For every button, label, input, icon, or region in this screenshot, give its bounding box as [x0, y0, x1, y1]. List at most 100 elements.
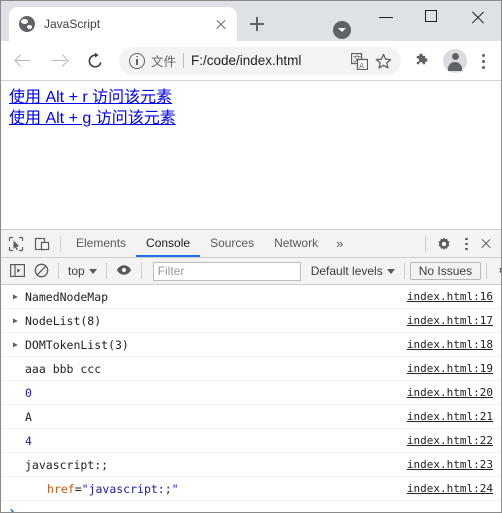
tab-console[interactable]: Console — [136, 230, 201, 257]
more-tabs-icon[interactable]: » — [328, 236, 351, 251]
filter-divider-5 — [486, 263, 488, 279]
translate-icon[interactable]: 文 A — [347, 49, 371, 73]
no-expand-placeholder: ▶ — [13, 389, 23, 397]
browser-tab[interactable]: JavaScript — [9, 7, 237, 41]
browser-toolbar: 文件 F:/code/index.html 文 A — [1, 41, 501, 81]
tab-search-icon[interactable] — [333, 21, 351, 39]
expand-triangle-icon[interactable]: ▶ — [13, 292, 23, 301]
device-toolbar-icon[interactable] — [29, 231, 55, 257]
maximize-button[interactable] — [409, 1, 455, 33]
console-row[interactable]: ▶ aaa bbb ccc index.html:19 — [1, 357, 501, 381]
source-link[interactable]: index.html:24 — [407, 482, 501, 495]
log-levels-label: Default levels — [310, 264, 383, 278]
console-context-selector[interactable]: top — [64, 264, 101, 278]
tab-elements[interactable]: Elements — [66, 230, 136, 257]
live-expression-icon[interactable] — [112, 259, 136, 283]
devtools-close-icon[interactable] — [475, 231, 497, 257]
globe-icon — [19, 16, 35, 32]
console-row[interactable]: ▶ 0 index.html:20 — [1, 381, 501, 405]
console-sidebar-icon[interactable] — [5, 259, 29, 283]
console-row[interactable]: ▶ DOMTokenList(3) index.html:18 — [1, 333, 501, 357]
console-message-list[interactable]: ▶ NamedNodeMap index.html:16 ▶ NodeList(… — [1, 285, 501, 512]
console-message-text: javascript:; — [25, 457, 109, 472]
expand-triangle-icon[interactable]: ▶ — [13, 316, 23, 325]
console-settings-gear-icon[interactable] — [492, 259, 501, 283]
omnibox-scheme-label: 文件 — [151, 55, 177, 69]
devtools-panel: Elements Console Sources Network » top F… — [1, 229, 501, 512]
console-row[interactable]: ▶ NodeList(8) index.html:17 — [1, 309, 501, 333]
window-controls — [363, 1, 501, 33]
filter-divider-1 — [58, 263, 59, 279]
console-row[interactable]: ▶ A index.html:21 — [1, 405, 501, 429]
console-row[interactable]: ▶ href="javascript:;" index.html:24 — [1, 477, 501, 501]
close-window-button[interactable] — [455, 1, 501, 33]
console-row[interactable]: ▶ javascript:; index.html:23 — [1, 453, 501, 477]
inspect-cursor-icon[interactable] — [3, 231, 29, 257]
devtools-tab-bar: Elements Console Sources Network » — [1, 230, 501, 258]
console-message-text: A — [25, 409, 32, 424]
prompt-caret-icon: ❯ — [9, 506, 16, 512]
profile-avatar-icon[interactable] — [443, 48, 467, 73]
console-message-text: 0 — [25, 385, 32, 400]
console-context-label: top — [68, 264, 85, 278]
tab-strip: JavaScript — [1, 1, 501, 41]
no-expand-placeholder: ▶ — [13, 461, 23, 469]
source-link[interactable]: index.html:23 — [407, 458, 501, 471]
console-row[interactable]: ▶ 4 index.html:22 — [1, 429, 501, 453]
close-icon[interactable] — [211, 14, 231, 34]
page-link-alt-g[interactable]: 使用 Alt + g 访问该元素 — [9, 108, 176, 129]
source-link[interactable]: index.html:20 — [407, 386, 501, 399]
svg-text:A: A — [359, 61, 364, 69]
toolbar-divider-right — [425, 235, 426, 252]
filter-input[interactable] — [152, 261, 301, 281]
omnibox-separator — [183, 53, 185, 68]
browser-window: JavaScript 文件 F:/code/index.html A 使用 Al… — [0, 0, 502, 513]
source-link[interactable]: index.html:17 — [407, 314, 501, 327]
url-text[interactable]: F:/code/index.html — [191, 53, 347, 68]
source-link[interactable]: index.html:22 — [407, 434, 501, 447]
devtools-menu-icon[interactable] — [457, 231, 475, 257]
info-icon[interactable] — [129, 52, 145, 69]
tab-title: JavaScript — [44, 17, 101, 31]
page-link-alt-r[interactable]: 使用 Alt + r 访问该元素 — [9, 87, 172, 108]
tab-sources[interactable]: Sources — [200, 230, 264, 257]
no-expand-placeholder: ▶ — [13, 437, 23, 445]
clear-console-icon[interactable] — [29, 259, 53, 283]
console-message-text: 4 — [25, 433, 32, 448]
console-row[interactable]: ▶ NamedNodeMap index.html:16 — [1, 285, 501, 309]
console-message-text: href="javascript:;" — [25, 482, 407, 496]
source-link[interactable]: index.html:18 — [407, 338, 501, 351]
attribute-equals: = — [74, 481, 82, 496]
reload-button[interactable] — [81, 47, 109, 75]
extensions-button[interactable] — [409, 47, 437, 75]
source-link[interactable]: index.html:19 — [407, 362, 501, 375]
source-link[interactable]: index.html:21 — [407, 410, 501, 423]
console-filter-toolbar: top Default levels No Issues — [1, 258, 501, 285]
no-expand-placeholder: ▶ — [13, 485, 23, 493]
expand-triangle-icon[interactable]: ▶ — [13, 340, 23, 349]
page-viewport: 使用 Alt + r 访问该元素 使用 Alt + g 访问该元素 — [1, 81, 501, 229]
back-button[interactable] — [9, 47, 37, 75]
new-tab-button[interactable] — [243, 10, 271, 38]
no-expand-placeholder: ▶ — [13, 413, 23, 421]
attribute-value: "javascript:;" — [81, 481, 179, 496]
console-prompt[interactable]: ❯ — [1, 501, 501, 512]
reload-icon — [88, 52, 102, 68]
console-message-text: DOMTokenList(3) — [25, 337, 129, 352]
bookmark-star-icon[interactable] — [371, 49, 395, 73]
chevron-down-icon — [88, 268, 97, 274]
console-message-text: NamedNodeMap — [25, 289, 109, 304]
filter-divider-4 — [403, 263, 405, 279]
browser-menu-icon[interactable] — [471, 47, 495, 75]
address-bar[interactable]: 文件 F:/code/index.html 文 A — [119, 46, 401, 75]
filter-divider-2 — [105, 263, 107, 279]
source-link[interactable]: index.html:16 — [407, 290, 501, 303]
forward-button[interactable] — [45, 47, 73, 75]
gear-icon[interactable] — [431, 231, 457, 257]
tab-network[interactable]: Network — [264, 230, 328, 257]
log-levels-selector[interactable]: Default levels — [307, 264, 399, 278]
minimize-button[interactable] — [363, 1, 409, 33]
chevron-down-icon — [386, 268, 395, 274]
issues-button[interactable]: No Issues — [409, 262, 482, 280]
attribute-name: href — [47, 481, 75, 496]
